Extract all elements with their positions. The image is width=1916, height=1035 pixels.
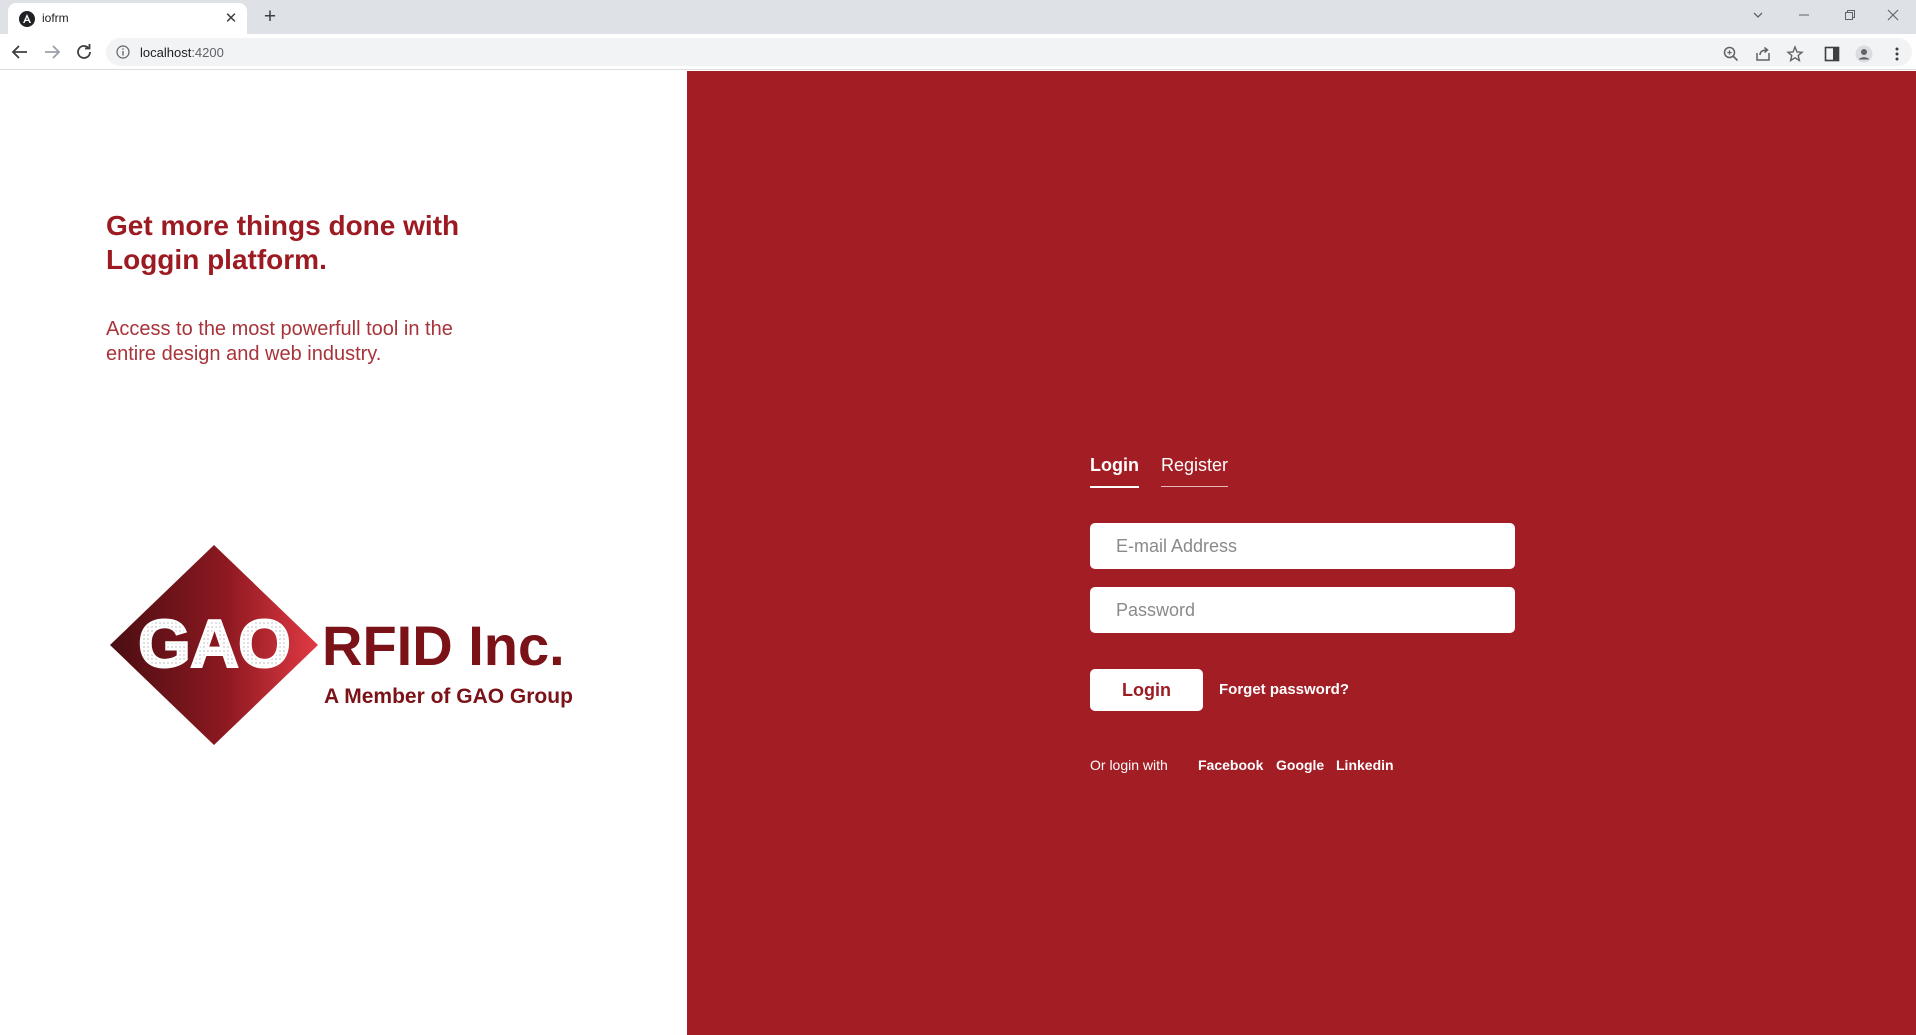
close-window-icon[interactable] (1870, 0, 1916, 30)
info-panel: Get more things done with Loggin platfor… (0, 71, 687, 1035)
zoom-icon[interactable] (1722, 45, 1740, 63)
tab-close-icon[interactable]: ✕ (221, 9, 241, 29)
forward-arrow-icon[interactable] (40, 40, 64, 64)
login-button[interactable]: Login (1090, 669, 1203, 711)
subtext-line-1: Access to the most powerfull tool in the (106, 318, 453, 340)
tab-login[interactable]: Login (1090, 455, 1139, 488)
minimize-icon[interactable] (1781, 0, 1827, 30)
logo-mark: GAO (138, 606, 290, 682)
browser-tabstrip: iofrm ✕ + (0, 0, 1916, 34)
address-bar[interactable]: localhost:4200 (106, 38, 1912, 66)
new-tab-button[interactable]: + (257, 4, 283, 30)
email-field[interactable] (1090, 523, 1515, 569)
headline-line-2: Loggin platform. (106, 244, 327, 275)
browser-toolbar: localhost:4200 (0, 34, 1916, 70)
page: Get more things done with Loggin platfor… (0, 71, 1916, 1035)
facebook-link[interactable]: Facebook (1198, 757, 1263, 773)
restore-icon[interactable] (1827, 0, 1873, 30)
url-port: :4200 (191, 45, 224, 60)
logo-tagline: A Member of GAO Group (324, 685, 573, 708)
subtext-line-2: entire design and web industry. (106, 343, 382, 365)
password-field[interactable] (1090, 587, 1515, 633)
google-link[interactable]: Google (1276, 757, 1324, 773)
profile-avatar-icon[interactable] (1855, 45, 1873, 63)
tab-title: iofrm (42, 11, 69, 25)
back-arrow-icon[interactable] (8, 40, 32, 64)
browser-menu-icon[interactable] (1888, 45, 1906, 63)
linkedin-link[interactable]: Linkedin (1336, 757, 1394, 773)
or-login-with-label: Or login with (1090, 757, 1168, 773)
site-info-icon[interactable] (116, 45, 130, 59)
browser-tab[interactable]: iofrm ✕ (8, 3, 247, 34)
tab-search-icon[interactable] (1735, 0, 1781, 30)
angular-favicon-icon (19, 11, 35, 27)
headline-line-1: Get more things done with (106, 210, 460, 241)
share-icon[interactable] (1754, 45, 1772, 63)
side-panel-icon[interactable] (1823, 45, 1841, 63)
logo-company: RFID Inc. (322, 614, 565, 677)
url-host: localhost (140, 45, 192, 60)
gao-rfid-logo: GAO RFID Inc. A Member of GAO Group (110, 545, 573, 745)
subtext: Access to the most powerfull tool in the… (106, 317, 526, 367)
bookmark-star-icon[interactable] (1786, 45, 1804, 63)
tab-register[interactable]: Register (1161, 455, 1229, 487)
forget-password-link[interactable]: Forget password? (1219, 681, 1349, 698)
headline: Get more things done with Loggin platfor… (106, 209, 526, 277)
url-text: localhost:4200 (140, 45, 224, 60)
reload-icon[interactable] (72, 40, 96, 64)
